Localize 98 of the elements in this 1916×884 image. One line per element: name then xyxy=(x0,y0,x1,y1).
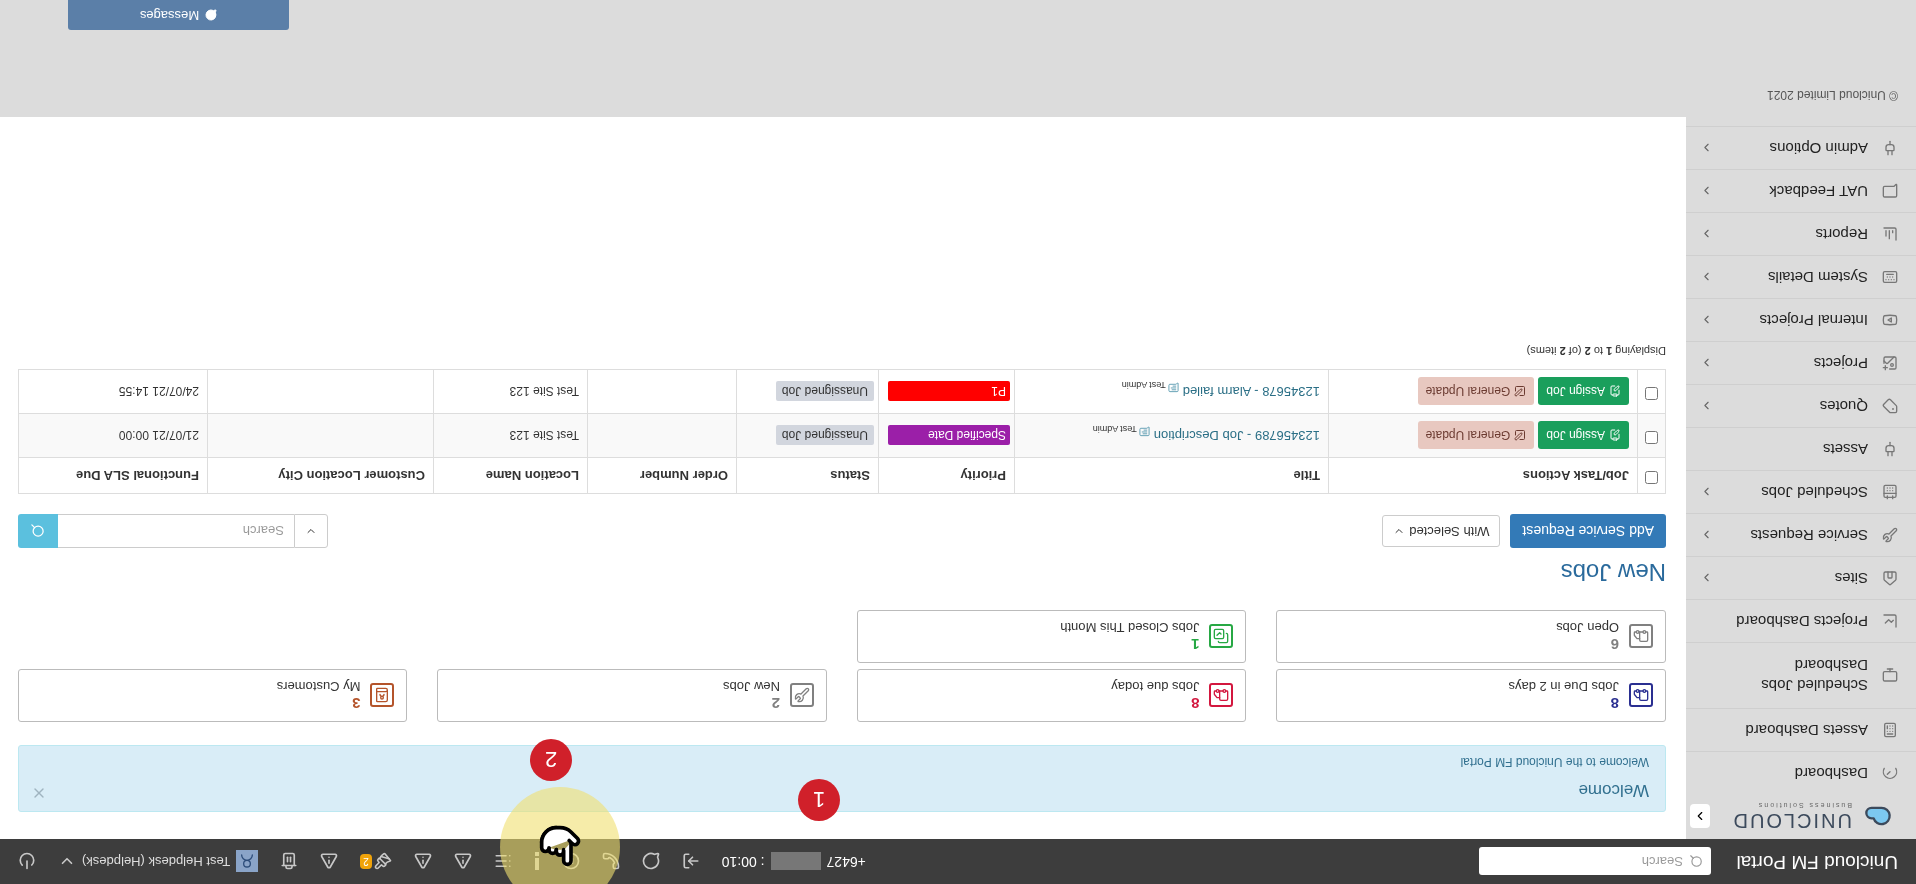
alert-message: Welcome to the Unicloud FM Portal xyxy=(1460,754,1649,772)
house-icon xyxy=(1882,570,1898,586)
column-header[interactable]: Job/Task Actions xyxy=(1328,457,1638,494)
stat-card[interactable]: 3 My Customers xyxy=(18,669,408,722)
messages-button[interactable]: Messages xyxy=(68,0,289,30)
keyboard-icon xyxy=(1882,269,1898,285)
documents-check-icon xyxy=(1209,624,1234,649)
monitor-icon xyxy=(1882,667,1898,684)
search-icon xyxy=(1689,854,1703,869)
plug-icon xyxy=(1882,441,1898,457)
select-all-checkbox[interactable] xyxy=(1645,471,1658,485)
column-header[interactable]: Title xyxy=(1014,457,1329,494)
comment-icon xyxy=(1167,381,1179,393)
user-avatar[interactable] xyxy=(236,850,259,873)
search-icon xyxy=(30,523,46,539)
stat-value: 8 xyxy=(1609,694,1619,713)
user-name[interactable]: Test Helpdesk (Helpdesk) xyxy=(82,851,231,872)
bar-chart-icon xyxy=(1882,226,1898,242)
column-header[interactable]: Location Name xyxy=(433,457,588,494)
search-field[interactable]: Search xyxy=(1479,847,1711,876)
stat-label: Open Jobs xyxy=(1556,619,1619,636)
alert-title: Welcome xyxy=(1578,780,1649,802)
job-title-link[interactable]: 123456789 - Job Description xyxy=(1153,428,1320,444)
column-header[interactable]: Functional SLA Due xyxy=(18,457,208,494)
brush-icon[interactable] xyxy=(373,852,392,871)
stat-label: Jobs due today xyxy=(1111,678,1200,695)
author-name: Test Admin xyxy=(1092,424,1137,435)
warning-icon[interactable] xyxy=(413,852,432,871)
enter-arrow-icon[interactable] xyxy=(681,852,700,871)
comment-icon xyxy=(1138,425,1150,437)
table-cell: Test Site 123 xyxy=(509,428,579,443)
stat-label: My Customers xyxy=(276,678,361,695)
video-icon xyxy=(1882,312,1898,328)
notification-badge: 2 xyxy=(360,854,372,869)
clipboard-icon xyxy=(1609,429,1621,442)
general-update-button[interactable]: General Update xyxy=(1417,421,1535,450)
with-selected-dropdown[interactable]: With Selected xyxy=(1382,515,1501,547)
wrench-icon xyxy=(1882,527,1898,543)
stat-card[interactable]: 6 Open Jobs xyxy=(1276,610,1666,663)
table-cell: 24/07/21 14:55 xyxy=(118,384,199,399)
add-service-request-button[interactable]: Add Service Request xyxy=(1510,514,1666,548)
contact-book-icon xyxy=(370,683,395,708)
status-label: Unassigned Job xyxy=(775,381,874,402)
stat-label: Jobs Due in 2 days xyxy=(1508,678,1619,695)
stat-card[interactable]: 1 Jobs Closed This Month xyxy=(857,610,1247,663)
stat-value: 8 xyxy=(1190,694,1200,713)
status-label: Unassigned Job xyxy=(775,425,874,446)
row-checkbox[interactable] xyxy=(1645,387,1658,401)
priority-label: Specified Date xyxy=(888,425,1010,446)
warning-icon[interactable] xyxy=(453,852,472,871)
column-header[interactable]: Order Number xyxy=(587,457,737,494)
plug-icon xyxy=(1882,140,1898,156)
column-header[interactable]: Status xyxy=(736,457,879,494)
logo-name: UNICLOUD xyxy=(1730,811,1852,831)
edit-icon xyxy=(1514,429,1527,442)
stat-label: Jobs Closed This Month xyxy=(1060,619,1200,636)
pagination-summary: Displaying 1 to 2 (of 2 items) xyxy=(1525,344,1666,359)
call-timer: : 00:10 xyxy=(721,853,765,872)
stat-card[interactable]: 2 New Jobs xyxy=(437,669,827,722)
phone-icon[interactable] xyxy=(601,852,620,871)
copyright-text: © Unicloud Limited 2021 xyxy=(1766,87,1898,104)
image-icon xyxy=(1882,355,1898,371)
portal-title: Unicloud FM Portal xyxy=(1735,850,1898,875)
trash-icon[interactable] xyxy=(280,852,299,871)
warning-icon[interactable] xyxy=(320,852,339,871)
wrench-icon xyxy=(790,683,814,708)
stat-card[interactable]: 8 Jobs Due in 2 days xyxy=(1276,669,1666,722)
edit-icon xyxy=(1514,385,1527,398)
redaction-block xyxy=(770,852,821,871)
column-header[interactable]: Customer Location City xyxy=(207,457,434,494)
stat-value: 3 xyxy=(351,694,361,713)
tag-icon xyxy=(1882,398,1898,414)
table-cell: 21/07/21 00:00 xyxy=(118,428,199,443)
gauge-icon xyxy=(1882,765,1898,781)
author-name: Test Admin xyxy=(1121,380,1166,391)
chat-icon xyxy=(205,9,218,21)
general-update-button[interactable]: General Update xyxy=(1417,377,1535,406)
section-title: New Jobs xyxy=(1559,558,1666,586)
calendar-icon xyxy=(1882,484,1898,500)
stat-card[interactable]: 8 Jobs due today xyxy=(857,669,1247,722)
job-title-link[interactable]: 12345678 - Alarm failed xyxy=(1182,384,1320,400)
priority-label: P1 xyxy=(888,381,1010,402)
table-cell: Test Site 123 xyxy=(509,384,579,399)
chat-icon[interactable] xyxy=(641,852,660,871)
stat-value: 1 xyxy=(1190,635,1200,654)
stat-value: 2 xyxy=(770,694,780,713)
line-chart-icon xyxy=(1882,613,1898,629)
stat-label: New Jobs xyxy=(722,678,780,695)
power-icon[interactable] xyxy=(18,852,36,871)
clipboard-icon xyxy=(1609,385,1621,398)
table-search-field[interactable]: Search xyxy=(58,514,294,548)
stat-value: 6 xyxy=(1609,635,1619,654)
speech-bubble-icon xyxy=(1882,183,1898,199)
calculator-icon xyxy=(1882,722,1898,738)
row-checkbox[interactable] xyxy=(1645,431,1658,445)
filter-toggle-button[interactable] xyxy=(294,514,328,548)
phone-number: +6427 xyxy=(826,853,866,872)
collapse-button[interactable] xyxy=(1690,804,1710,829)
